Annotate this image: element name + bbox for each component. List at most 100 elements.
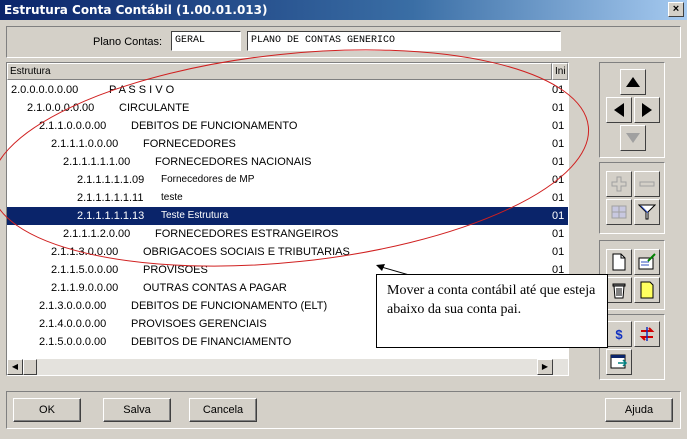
triangle-right-icon — [642, 103, 652, 117]
edit-tools-group — [599, 240, 665, 310]
tree-header: Estrutura Ini — [7, 63, 568, 80]
tree-row[interactable]: 2.1.1.1.1.1.09 Fornecedores de MP 01 — [7, 171, 564, 189]
plano-contas-group: Plano Contas: GERAL PLANO DE CONTAS GENE… — [6, 26, 681, 58]
help-button[interactable]: Ajuda — [605, 398, 673, 422]
instruction-callout: Mover a conta contábil até que esteja ab… — [376, 274, 608, 348]
triangle-left-icon — [614, 103, 624, 117]
tree-row[interactable]: 2.1.0.0.0.0.00 CIRCULANTE 01 — [7, 99, 564, 117]
account-code: 2.1.1.1.1.1.13 — [77, 210, 145, 222]
save-button[interactable]: Salva — [103, 398, 171, 422]
tree-row[interactable]: 2.1.1.1.0.0.00 FORNECEDORES 01 — [7, 135, 564, 153]
expand-button[interactable] — [606, 171, 632, 197]
arrow-left-icon: ◀ — [11, 362, 19, 371]
dollar-icon: $ — [615, 326, 623, 342]
header-estrutura[interactable]: Estrutura — [7, 63, 552, 80]
account-description: OUTRAS CONTAS A PAGAR — [143, 282, 287, 294]
window-arrow-icon — [610, 354, 628, 369]
close-button[interactable]: × — [668, 2, 684, 17]
account-ini: 01 — [552, 120, 565, 132]
horizontal-scroll-thumb[interactable] — [23, 359, 37, 375]
trash-icon — [612, 283, 626, 299]
title-bar: Estrutura Conta Contábil (1.00.01.013) × — [0, 0, 687, 20]
tree-row[interactable]: 2.1.1.1.1.1.13 Teste Estrutura 01 — [7, 207, 568, 225]
filter-button[interactable] — [634, 199, 660, 225]
account-code: 2.1.5.0.0.0.00 — [39, 336, 107, 348]
plus-icon — [611, 176, 627, 192]
plano-name-field[interactable]: PLANO DE CONTAS GENERICO — [247, 31, 561, 51]
scroll-left-button[interactable]: ◀ — [7, 359, 23, 375]
account-description: PROVISOES — [143, 264, 208, 276]
misc-tools-group: $ — [599, 314, 665, 380]
account-code: 2.1.1.9.0.0.00 — [51, 282, 119, 294]
bottom-button-group: OK Salva Cancela Ajuda — [6, 391, 681, 429]
expand-all-button[interactable] — [606, 199, 632, 225]
account-description: DEBITOS DE FINANCIAMENTO — [131, 336, 292, 348]
account-code: 2.1.1.0.0.0.00 — [39, 120, 107, 132]
vertical-scroll-thumb[interactable] — [568, 79, 569, 141]
move-right-button[interactable] — [634, 97, 660, 123]
account-code: 2.1.1.1.2.0.00 — [63, 228, 131, 240]
tree-tools-group — [599, 162, 665, 234]
scroll-right-button[interactable]: ▶ — [537, 359, 553, 375]
note-icon — [640, 281, 654, 299]
account-description: FORNECEDORES — [143, 138, 236, 150]
horizontal-scroll-track[interactable] — [7, 359, 568, 375]
account-ini: 01 — [552, 192, 565, 204]
cancel-button[interactable]: Cancela — [189, 398, 257, 422]
account-description: P A S S I V O — [109, 84, 175, 96]
account-code: 2.0.0.0.0.0.00 — [11, 84, 79, 96]
tree-row[interactable]: 2.1.1.1.2.0.00 FORNECEDORES ESTRANGEIROS 0… — [7, 225, 564, 243]
account-code: 2.1.4.0.0.0.00 — [39, 318, 107, 330]
edit-button[interactable] — [634, 249, 660, 275]
tree-row[interactable]: 2.1.1.1.1.1.11 teste 01 — [7, 189, 564, 207]
account-code: 2.1.1.1.1.1.00 — [63, 156, 131, 168]
account-code: 2.1.3.0.0.0.00 — [39, 300, 107, 312]
account-code: 2.1.1.3.0.0.00 — [51, 246, 119, 258]
collapse-button[interactable] — [634, 171, 660, 197]
account-ini: 01 — [552, 174, 565, 186]
plano-code-field[interactable]: GERAL — [171, 31, 241, 51]
swap-button[interactable] — [634, 321, 660, 347]
minus-icon — [639, 181, 655, 187]
close-icon: × — [672, 3, 680, 15]
tree-row[interactable]: 2.1.1.1.1.1.00 FORNECEDORES NACIONAIS 01 — [7, 153, 564, 171]
account-description: FORNECEDORES NACIONAIS — [155, 156, 312, 168]
account-description: Fornecedores de MP — [161, 174, 255, 185]
account-description: teste — [161, 192, 183, 203]
delete-button[interactable] — [606, 277, 632, 303]
currency-button[interactable]: $ — [606, 321, 632, 347]
header-ini[interactable]: Ini — [552, 63, 568, 80]
account-code: 2.1.1.1.0.0.00 — [51, 138, 119, 150]
account-ini: 01 — [552, 138, 565, 150]
account-description: OBRIGACOES SOCIAIS E TRIBUTARIAS — [143, 246, 350, 258]
account-description: DEBITOS DE FUNCIONAMENTO (ELT) — [131, 300, 328, 312]
account-ini: 01 — [552, 102, 565, 114]
scroll-up-button[interactable]: ▲ — [568, 63, 569, 79]
account-ini: 01 — [552, 84, 565, 96]
move-arrows-group — [599, 62, 665, 158]
arrow-right-icon: ▶ — [541, 362, 549, 371]
tree-row[interactable]: 2.1.1.0.0.0.00 DEBITOS DE FUNCIONAMENTO 01 — [7, 117, 564, 135]
move-left-button[interactable] — [606, 97, 632, 123]
account-description: PROVISOES GERENCIAIS — [131, 318, 267, 330]
tree-row[interactable]: 2.0.0.0.0.0.00 P A S S I V O 01 — [7, 81, 564, 99]
funnel-icon — [638, 204, 656, 220]
ok-button[interactable]: OK — [13, 398, 81, 422]
new-button[interactable] — [606, 249, 632, 275]
triangle-down-icon — [626, 133, 640, 143]
move-up-button[interactable] — [620, 69, 646, 95]
account-ini: 01 — [552, 246, 565, 258]
grid-icon — [611, 205, 627, 219]
account-description: CIRCULANTE — [119, 102, 190, 114]
bottom-bar: OK Salva Cancela Ajuda — [0, 383, 687, 439]
move-down-button[interactable] — [620, 125, 646, 151]
window-title: Estrutura Conta Contábil (1.00.01.013) — [4, 3, 268, 17]
tree-row[interactable]: 2.1.1.3.0.0.00 OBRIGACOES SOCIAIS E TRIBU… — [7, 243, 564, 261]
note-button[interactable] — [634, 277, 660, 303]
account-ini: 01 — [552, 156, 565, 168]
account-code: 2.1.1.1.1.1.11 — [77, 192, 144, 204]
new-document-icon — [612, 253, 626, 271]
account-ini: 01 — [552, 210, 565, 222]
triangle-up-icon — [626, 77, 640, 87]
export-button[interactable] — [606, 349, 632, 375]
